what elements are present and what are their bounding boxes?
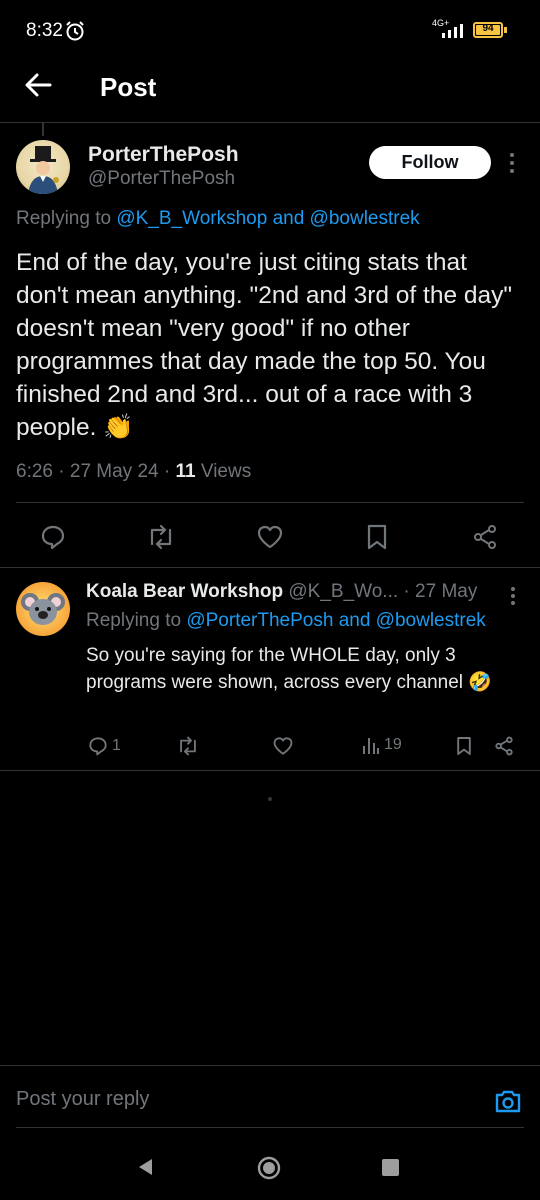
comment-icon: [41, 525, 65, 550]
top-hat-gentleman-icon: [28, 146, 59, 194]
post-display-name[interactable]: PorterThePosh: [88, 143, 239, 167]
reply-views-button[interactable]: 19: [362, 736, 402, 754]
heart-icon: [257, 525, 283, 549]
status-time: 8:32: [26, 20, 63, 41]
post-date: 27 May 24: [69, 461, 159, 482]
share-button[interactable]: [472, 524, 498, 550]
loading-indicator: [268, 797, 272, 801]
back-button[interactable]: [24, 72, 52, 98]
reply-handle[interactable]: @K_B_Wo...: [288, 581, 398, 602]
battery-level: 94: [482, 23, 494, 34]
header-divider: [0, 122, 540, 123]
reply-replying-users-link[interactable]: @PorterThePosh and @bowlestrek: [186, 610, 485, 631]
post-views-label: Views: [200, 461, 252, 482]
more-options-icon[interactable]: [508, 152, 516, 174]
battery-tip: [504, 27, 507, 33]
alarm-icon: [64, 20, 86, 42]
nav-divider: [16, 1127, 524, 1128]
composer-divider: [0, 1065, 540, 1066]
koala-icon: [21, 593, 65, 625]
reply-reply-count: 1: [112, 737, 121, 754]
bookmark-button[interactable]: [366, 524, 388, 550]
replying-users-link[interactable]: @K_B_Workshop and @bowlestrek: [116, 208, 419, 229]
repost-icon: [180, 736, 196, 756]
page-title: Post: [100, 72, 157, 102]
follow-button[interactable]: Follow: [369, 146, 491, 179]
reply-share-button[interactable]: [494, 736, 514, 756]
back-arrow-icon: [25, 73, 52, 97]
meta-divider: [16, 502, 524, 503]
reply-input[interactable]: Post your reply: [16, 1088, 149, 1111]
reply-header: Koala Bear Workshop @K_B_Wo... · 27 May: [86, 581, 477, 603]
bar-chart-icon: [363, 738, 379, 754]
reply-button[interactable]: [40, 524, 66, 550]
reply-replying-to: Replying to @PorterThePosh and @bowlestr…: [86, 610, 486, 632]
nav-home-button[interactable]: [256, 1155, 282, 1181]
bookmark-icon: [367, 524, 387, 550]
reply-divider: [0, 770, 540, 771]
thread-line: [42, 122, 44, 136]
reply-bookmark-button[interactable]: [456, 736, 472, 756]
bookmark-icon: [457, 737, 471, 755]
repost-button[interactable]: [146, 524, 176, 550]
status-bar: 8:32 4G+ 94: [0, 0, 540, 62]
reply-views-count: 19: [384, 736, 402, 753]
circle-home-icon: [257, 1156, 281, 1180]
reply-replying-prefix: Replying to: [86, 610, 182, 631]
signal-icon: [440, 24, 466, 38]
share-icon: [474, 525, 496, 549]
avatar[interactable]: [16, 140, 70, 194]
nav-recents-button[interactable]: [382, 1159, 399, 1176]
reply-repost-button[interactable]: [176, 736, 200, 756]
post-views-count: 11: [175, 461, 196, 482]
post-handle[interactable]: @PorterThePosh: [88, 168, 235, 190]
like-button[interactable]: [256, 524, 284, 550]
replying-prefix: Replying to: [16, 208, 112, 229]
reply-avatar[interactable]: [16, 582, 70, 636]
post-meta: 6:26 · 27 May 24 · 11 Views: [16, 461, 252, 482]
camera-icon: [495, 1090, 521, 1113]
reply-display-name[interactable]: Koala Bear Workshop: [86, 581, 283, 602]
actions-divider: [0, 567, 540, 568]
share-icon: [495, 736, 513, 756]
reply-date: · 27 May: [403, 581, 478, 602]
heart-icon: [273, 737, 293, 755]
reply-like-button[interactable]: [272, 736, 294, 756]
nav-back-button[interactable]: [136, 1157, 154, 1177]
reply-more-options-icon[interactable]: [509, 586, 517, 606]
camera-button[interactable]: [494, 1088, 522, 1114]
comment-icon: [89, 737, 107, 756]
post-replying-to: Replying to @K_B_Workshop and @bowlestre…: [16, 208, 420, 230]
battery-icon: 94: [473, 22, 503, 38]
reply-reply-button[interactable]: 1: [88, 736, 121, 756]
reply-text: So you're saying for the WHOLE day, only…: [86, 645, 492, 693]
triangle-back-icon: [139, 1159, 152, 1175]
post-text: End of the day, you're just citing stats…: [16, 249, 513, 441]
post-time: 6:26: [16, 461, 53, 482]
repost-icon: [150, 524, 172, 550]
